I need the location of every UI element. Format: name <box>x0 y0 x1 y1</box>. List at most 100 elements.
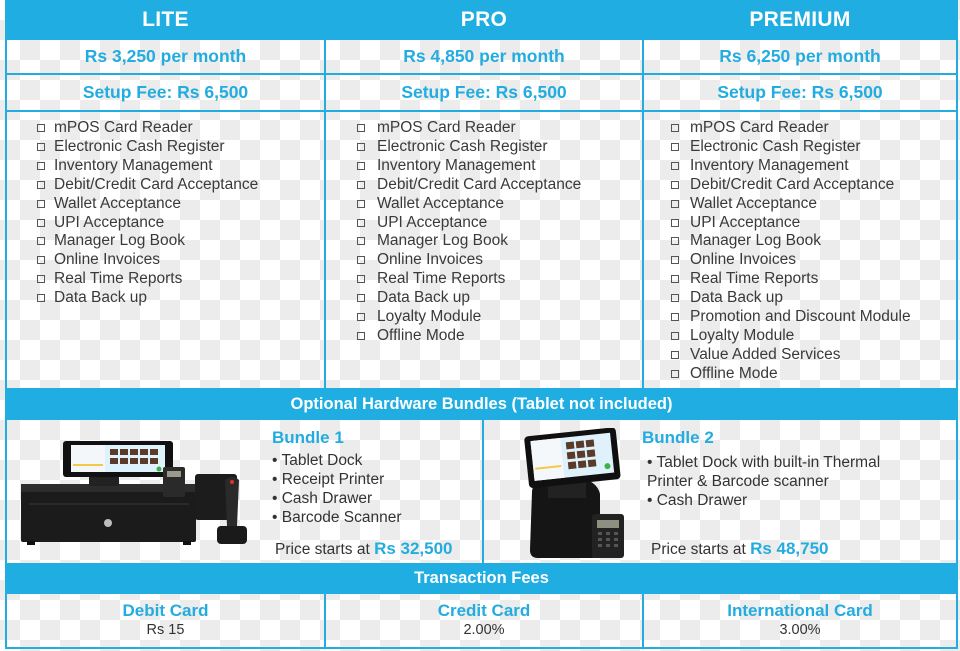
feature-label: Offline Mode <box>690 364 778 382</box>
checkbox-bullet-icon <box>671 124 679 132</box>
checkbox-bullet-icon <box>37 124 45 132</box>
bundle-item-list: • Tablet Dock with built-in Thermal Prin… <box>647 453 927 510</box>
features-pro: mPOS Card Reader Electronic Cash Register… <box>324 112 642 388</box>
plan-name-lite: LITE <box>142 8 189 31</box>
feature-label: mPOS Card Reader <box>690 119 829 136</box>
checkbox-bullet-icon <box>671 256 679 265</box>
checkbox-bullet-icon <box>37 237 45 246</box>
feature-label: UPI Acceptance <box>54 213 165 231</box>
features-premium: mPOS Card Reader Electronic Cash Register… <box>642 112 956 388</box>
checkbox-bullet-icon <box>357 142 365 151</box>
bundle-1: Bundle 1 • Tablet Dock • Receipt Printer •… <box>7 420 482 563</box>
feature-label: Inventory Management <box>690 156 849 174</box>
feature-label: Wallet Acceptance <box>690 194 817 212</box>
feature-item: mPOS Card Reader <box>37 119 324 138</box>
feature-item: mPOS Card Reader <box>671 119 956 138</box>
checkbox-bullet-icon <box>671 161 679 170</box>
feature-label: Inventory Management <box>377 156 536 174</box>
fee-value: 2.00% <box>463 622 505 638</box>
transaction-fees-row: Debit Card Rs 15 Credit Card 2.00% Inter… <box>7 594 956 649</box>
feature-item: Debit/Credit Card Acceptance <box>671 176 956 195</box>
price-pro: Rs 4,850 per month <box>324 40 642 73</box>
feature-item: Online Invoices <box>671 251 956 270</box>
hardware-bundles-row: Bundle 1 • Tablet Dock • Receipt Printer •… <box>7 420 956 563</box>
setup-fee-row: Setup Fee: Rs 6,500 Setup Fee: Rs 6,500 … <box>7 75 956 112</box>
price-value: Rs 32,500 <box>374 539 453 558</box>
checkbox-bullet-icon <box>671 199 679 208</box>
feature-item: Data Back up <box>357 289 642 308</box>
feature-item: Promotion and Discount Module <box>671 308 956 327</box>
bundle-item: • Cash Drawer <box>647 492 748 509</box>
checkbox-bullet-icon <box>357 275 365 284</box>
checkbox-bullet-icon <box>37 256 45 265</box>
checkbox-bullet-icon <box>37 180 45 189</box>
checkbox-bullet-icon <box>671 331 679 340</box>
fee-label: Credit Card <box>437 601 531 620</box>
feature-label: Electronic Cash Register <box>377 137 548 155</box>
feature-list: mPOS Card Reader Electronic Cash Register… <box>326 112 642 346</box>
setup-fee-lite: Setup Fee: Rs 6,500 <box>82 82 249 102</box>
feature-label: Promotion and Discount Module <box>690 308 911 326</box>
bundle-item: • Cash Drawer <box>272 490 373 507</box>
feature-item: Inventory Management <box>357 156 642 176</box>
fee-debit-card: Debit Card Rs 15 <box>7 594 324 649</box>
feature-label: Online Invoices <box>690 251 796 269</box>
features-row: mPOS Card Reader Electronic Cash Register… <box>7 112 956 388</box>
feature-item: Manager Log Book <box>671 232 956 251</box>
feature-label: Offline Mode <box>377 326 465 344</box>
feature-label: Real Time Reports <box>690 270 819 288</box>
feature-label: Debit/Credit Card Acceptance <box>54 175 259 193</box>
feature-item: Electronic Cash Register <box>671 138 956 157</box>
feature-label: Inventory Management <box>54 156 213 174</box>
monthly-price-row: Rs 3,250 per month Rs 4,850 per month Rs… <box>7 40 956 75</box>
checkbox-bullet-icon <box>357 218 365 227</box>
fee-value: 3.00% <box>779 622 821 638</box>
feature-item: Wallet Acceptance <box>671 194 956 214</box>
checkbox-bullet-icon <box>357 124 365 132</box>
plan-name-premium: PREMIUM <box>749 8 851 31</box>
feature-label: Manager Log Book <box>377 232 508 250</box>
feature-item: Value Added Services <box>671 345 956 365</box>
checkbox-bullet-icon <box>357 294 365 303</box>
feature-item: Wallet Acceptance <box>37 195 324 214</box>
feature-label: Data Back up <box>690 289 784 307</box>
bundle-item-list: • Tablet Dock • Receipt Printer • Cash Dra… <box>272 451 402 527</box>
checkbox-bullet-icon <box>671 218 679 227</box>
pos-register-image <box>21 441 247 545</box>
feature-item: Electronic Cash Register <box>37 137 324 157</box>
checkbox-bullet-icon <box>671 369 679 378</box>
barcode-scanner-shape <box>225 477 239 526</box>
feature-item: Wallet Acceptance <box>357 195 642 214</box>
feature-label: Online Invoices <box>54 251 160 269</box>
checkbox-bullet-icon <box>37 161 45 170</box>
feature-item: Online Invoices <box>357 251 642 270</box>
checkbox-bullet-icon <box>357 199 365 208</box>
checkbox-bullet-icon <box>357 256 365 265</box>
feature-item: Debit/Credit Card Acceptance <box>357 176 642 195</box>
fee-international-card: International Card 3.00% <box>642 594 956 649</box>
feature-label: Electronic Cash Register <box>54 137 225 155</box>
hardware-bundles-header: Optional Hardware Bundles (Tablet not in… <box>7 388 956 420</box>
checkbox-bullet-icon <box>357 180 365 189</box>
pricing-table: LITE PRO PREMIUM Rs 3,250 per month Rs 4… <box>5 0 958 649</box>
feature-label: Value Added Services <box>690 345 841 363</box>
feature-item: Manager Log Book <box>37 232 324 251</box>
checkbox-bullet-icon <box>357 237 365 246</box>
bundle-item: • Tablet Dock with built-in Thermal Prin… <box>647 454 881 490</box>
feature-label: Loyalty Module <box>690 326 795 344</box>
bundle-item: • Barcode Scanner <box>272 509 402 526</box>
checkbox-bullet-icon <box>37 294 45 303</box>
feature-item: Loyalty Module <box>357 308 642 327</box>
drawer-lock-shape <box>104 519 112 527</box>
feature-list: mPOS Card Reader Electronic Cash Register… <box>644 112 956 384</box>
bundle-2: Bundle 2 • Tablet Dock with built-in The… <box>482 420 956 563</box>
setup-fee-premium: Setup Fee: Rs 6,500 <box>642 75 956 110</box>
tablet-pos-stand-image <box>524 428 624 558</box>
plan-name-pro: PRO <box>460 8 508 31</box>
feature-label: mPOS Card Reader <box>54 119 193 136</box>
features-lite: mPOS Card Reader Electronic Cash Register… <box>7 112 324 388</box>
fee-label: Debit Card <box>122 601 209 620</box>
feature-label: Manager Log Book <box>690 232 821 250</box>
feature-label: Real Time Reports <box>377 270 506 288</box>
feature-label: UPI Acceptance <box>377 213 488 231</box>
